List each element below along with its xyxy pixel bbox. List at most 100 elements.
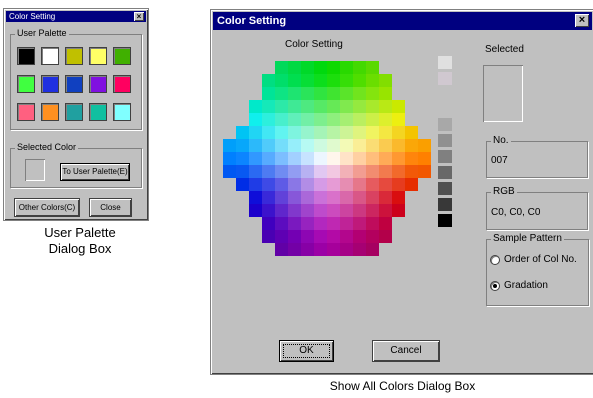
- hex-color-cell[interactable]: [353, 165, 366, 178]
- hex-color-cell[interactable]: [353, 74, 366, 87]
- palette-swatch[interactable]: [113, 103, 131, 121]
- hex-color-cell[interactable]: [288, 152, 301, 165]
- hex-color-cell[interactable]: [327, 74, 340, 87]
- hex-color-cell[interactable]: [340, 204, 353, 217]
- palette-swatch[interactable]: [113, 47, 131, 65]
- hex-color-cell[interactable]: [327, 100, 340, 113]
- gray-ramp-cell[interactable]: [438, 198, 452, 211]
- close-icon[interactable]: ×: [134, 12, 144, 21]
- hex-color-cell[interactable]: [353, 230, 366, 243]
- hex-color-cell[interactable]: [418, 139, 431, 152]
- palette-swatch[interactable]: [17, 103, 35, 121]
- hex-color-cell[interactable]: [288, 178, 301, 191]
- hex-color-cell[interactable]: [275, 204, 288, 217]
- hex-color-cell[interactable]: [249, 113, 262, 126]
- hex-color-cell[interactable]: [301, 230, 314, 243]
- hex-color-cell[interactable]: [340, 191, 353, 204]
- hex-color-cell[interactable]: [379, 113, 392, 126]
- hex-color-cell[interactable]: [379, 74, 392, 87]
- hex-color-cell[interactable]: [275, 165, 288, 178]
- hex-color-cell[interactable]: [275, 100, 288, 113]
- hex-color-cell[interactable]: [249, 139, 262, 152]
- hex-color-cell[interactable]: [275, 243, 288, 256]
- hex-color-cell[interactable]: [405, 165, 418, 178]
- hex-color-cell[interactable]: [288, 204, 301, 217]
- hex-color-cell[interactable]: [223, 165, 236, 178]
- gray-ramp[interactable]: [438, 56, 454, 227]
- hex-color-cell[interactable]: [353, 113, 366, 126]
- hex-color-cell[interactable]: [301, 217, 314, 230]
- gray-ramp-cell[interactable]: [438, 214, 452, 227]
- hex-color-cell[interactable]: [366, 152, 379, 165]
- hex-color-cell[interactable]: [353, 139, 366, 152]
- hex-color-cell[interactable]: [327, 191, 340, 204]
- hex-color-cell[interactable]: [262, 204, 275, 217]
- hex-color-cell[interactable]: [223, 152, 236, 165]
- hex-color-cell[interactable]: [340, 165, 353, 178]
- hex-color-cell[interactable]: [379, 217, 392, 230]
- hex-color-cell[interactable]: [327, 61, 340, 74]
- hex-color-cell[interactable]: [301, 243, 314, 256]
- hex-color-cell[interactable]: [327, 178, 340, 191]
- hex-color-cell[interactable]: [301, 204, 314, 217]
- hex-color-cell[interactable]: [353, 126, 366, 139]
- hex-color-cell[interactable]: [366, 113, 379, 126]
- hex-color-cell[interactable]: [288, 230, 301, 243]
- hex-color-cell[interactable]: [288, 165, 301, 178]
- hex-color-cell[interactable]: [327, 165, 340, 178]
- gray-ramp-cell[interactable]: [438, 150, 452, 163]
- hex-color-cell[interactable]: [275, 74, 288, 87]
- hex-color-cell[interactable]: [236, 139, 249, 152]
- hex-color-cell[interactable]: [288, 243, 301, 256]
- gray-ramp-cell[interactable]: [438, 182, 452, 195]
- hex-color-cell[interactable]: [262, 126, 275, 139]
- hex-color-cell[interactable]: [340, 126, 353, 139]
- hex-color-cell[interactable]: [275, 87, 288, 100]
- gradation-radio-row[interactable]: Gradation: [490, 280, 585, 294]
- hex-color-cell[interactable]: [314, 230, 327, 243]
- hex-color-cell[interactable]: [301, 165, 314, 178]
- hex-color-cell[interactable]: [288, 100, 301, 113]
- close-button[interactable]: Close: [89, 198, 132, 217]
- hex-color-cell[interactable]: [327, 139, 340, 152]
- hex-color-cell[interactable]: [262, 178, 275, 191]
- hex-color-cell[interactable]: [366, 204, 379, 217]
- hex-color-cell[interactable]: [262, 113, 275, 126]
- hex-color-cell[interactable]: [275, 61, 288, 74]
- hex-color-cell[interactable]: [340, 152, 353, 165]
- hex-color-cell[interactable]: [301, 191, 314, 204]
- hex-color-cell[interactable]: [262, 74, 275, 87]
- palette-swatch[interactable]: [41, 103, 59, 121]
- hex-color-cell[interactable]: [353, 204, 366, 217]
- hex-color-cell[interactable]: [392, 204, 405, 217]
- hex-color-cell[interactable]: [327, 243, 340, 256]
- hex-color-cell[interactable]: [340, 230, 353, 243]
- hex-color-cell[interactable]: [275, 191, 288, 204]
- order-radio-icon[interactable]: [490, 255, 500, 265]
- hex-color-cell[interactable]: [262, 165, 275, 178]
- cancel-button[interactable]: Cancel: [372, 340, 440, 362]
- hex-color-cell[interactable]: [314, 165, 327, 178]
- hex-color-cell[interactable]: [379, 87, 392, 100]
- gray-ramp-cell[interactable]: [438, 56, 452, 69]
- hex-color-cell[interactable]: [353, 152, 366, 165]
- hex-color-cell[interactable]: [288, 217, 301, 230]
- hex-color-cell[interactable]: [340, 243, 353, 256]
- palette-swatch[interactable]: [89, 103, 107, 121]
- hex-color-cell[interactable]: [288, 139, 301, 152]
- hex-color-cell[interactable]: [275, 178, 288, 191]
- hex-color-cell[interactable]: [288, 191, 301, 204]
- hex-color-cell[interactable]: [314, 178, 327, 191]
- hex-color-cell[interactable]: [301, 152, 314, 165]
- other-colors-button[interactable]: Other Colors(C): [14, 198, 80, 217]
- hex-color-cell[interactable]: [392, 139, 405, 152]
- gradation-radio-icon[interactable]: [490, 281, 500, 291]
- hex-color-cell[interactable]: [353, 243, 366, 256]
- hex-color-cell[interactable]: [392, 100, 405, 113]
- gradation-option-label[interactable]: Gradation: [504, 280, 548, 291]
- hex-color-cell[interactable]: [262, 100, 275, 113]
- hex-color-cell[interactable]: [327, 126, 340, 139]
- hex-color-cell[interactable]: [249, 126, 262, 139]
- hex-color-cell[interactable]: [366, 100, 379, 113]
- hex-color-cell[interactable]: [236, 165, 249, 178]
